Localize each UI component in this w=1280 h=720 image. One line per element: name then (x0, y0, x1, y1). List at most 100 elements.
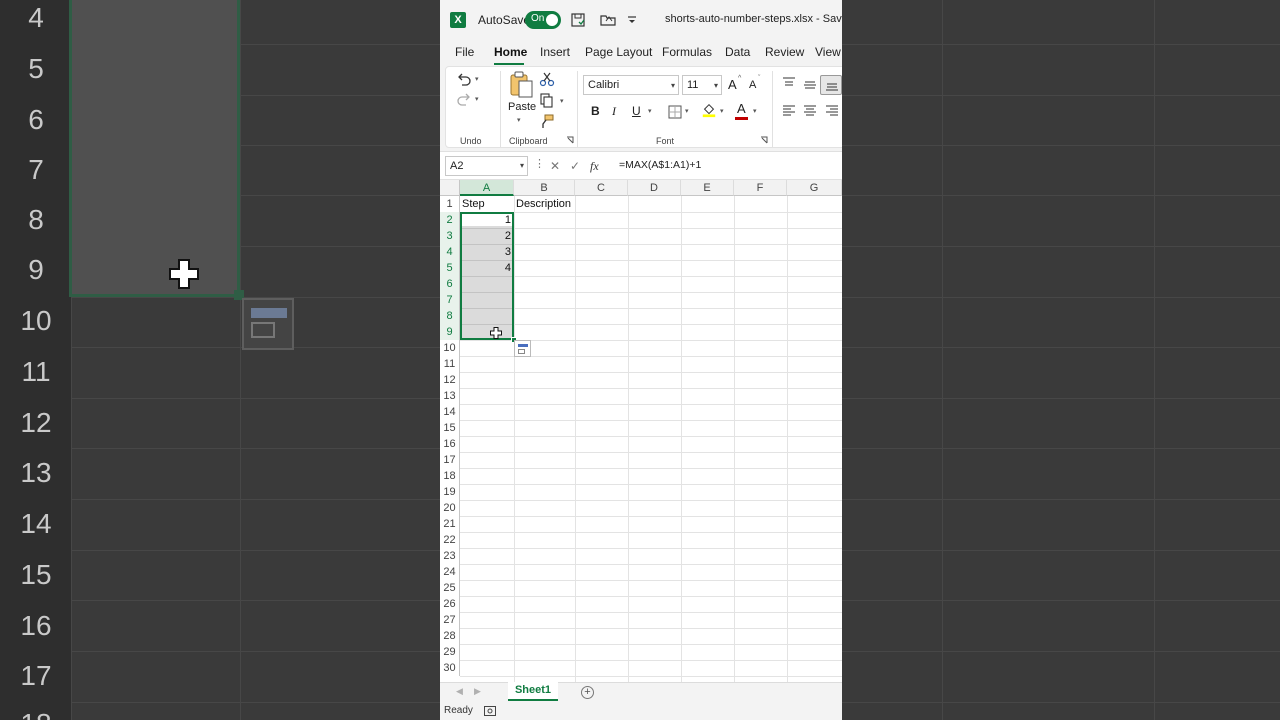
cell-a4[interactable]: 3 (460, 244, 514, 260)
row-header[interactable]: 5 (440, 260, 460, 276)
borders-dropdown-icon[interactable]: ▾ (685, 107, 689, 115)
redo-icon[interactable] (456, 91, 472, 107)
row-header[interactable]: 9 (440, 324, 460, 340)
underline-button[interactable]: U (632, 104, 641, 118)
align-bottom-button[interactable] (820, 75, 842, 95)
borders-icon[interactable] (667, 104, 683, 120)
tab-review[interactable]: Review (765, 45, 804, 59)
row-header[interactable]: 16 (440, 436, 460, 452)
row-header[interactable]: 23 (440, 548, 460, 564)
row-header[interactable]: 2 (440, 212, 460, 228)
cell-a5[interactable]: 4 (460, 260, 514, 276)
customize-toolbar-icon[interactable] (624, 12, 640, 28)
accessibility-icon[interactable] (484, 706, 496, 716)
row-header[interactable]: 7 (440, 292, 460, 308)
row-header[interactable]: 28 (440, 628, 460, 644)
fill-color-dropdown-icon[interactable]: ▾ (720, 107, 724, 115)
sheet-tab-sheet1[interactable]: Sheet1 (508, 682, 558, 701)
tab-file[interactable]: File (455, 45, 474, 59)
column-header-e[interactable]: E (681, 180, 734, 196)
font-size-select[interactable]: 11 ▾ (682, 75, 722, 95)
column-header-d[interactable]: D (628, 180, 681, 196)
row-header[interactable]: 30 (440, 660, 460, 676)
redo-dropdown-icon[interactable]: ▾ (475, 95, 479, 103)
row-header[interactable]: 19 (440, 484, 460, 500)
copy-icon[interactable] (539, 92, 555, 108)
column-header-f[interactable]: F (734, 180, 787, 196)
row-header[interactable]: 6 (440, 276, 460, 292)
align-top-icon[interactable] (781, 75, 797, 91)
row-header[interactable]: 11 (440, 356, 460, 372)
paste-icon[interactable] (508, 71, 534, 99)
formula-input[interactable]: =MAX(A$1:A1)+1 (619, 159, 701, 171)
fill-color-icon[interactable] (701, 102, 717, 118)
row-header[interactable]: 27 (440, 612, 460, 628)
row-header[interactable]: 3 (440, 228, 460, 244)
tab-formulas[interactable]: Formulas (662, 45, 712, 59)
cell-b1[interactable]: Description (516, 196, 575, 212)
row-header[interactable]: 22 (440, 532, 460, 548)
column-header-g[interactable]: G (787, 180, 842, 196)
column-header-b[interactable]: B (514, 180, 575, 196)
align-middle-icon[interactable] (802, 77, 818, 93)
save-icon[interactable] (570, 12, 586, 28)
undo-icon[interactable] (456, 71, 472, 87)
row-header[interactable]: 18 (440, 468, 460, 484)
row-header[interactable]: 25 (440, 580, 460, 596)
grow-font-icon[interactable]: A (728, 77, 737, 92)
previous-sheet-icon[interactable]: ◀ (456, 686, 463, 697)
row-header[interactable]: 21 (440, 516, 460, 532)
add-sheet-icon[interactable]: + (581, 686, 594, 699)
paste-dropdown-icon[interactable]: ▾ (517, 116, 521, 124)
font-name-select[interactable]: Calibri ▾ (583, 75, 679, 95)
row-header[interactable]: 17 (440, 452, 460, 468)
enter-icon[interactable]: ✓ (570, 159, 580, 173)
cancel-icon[interactable]: ✕ (550, 159, 560, 173)
next-sheet-icon[interactable]: ▶ (474, 686, 481, 697)
row-header[interactable]: 26 (440, 596, 460, 612)
select-all-corner[interactable] (440, 180, 460, 196)
align-center-icon[interactable] (802, 103, 818, 119)
format-painter-icon[interactable] (539, 113, 555, 129)
paste-label[interactable]: Paste (508, 101, 536, 113)
row-header[interactable]: 10 (440, 340, 460, 356)
font-color-icon[interactable]: A (737, 101, 746, 116)
tab-insert[interactable]: Insert (540, 45, 570, 59)
tab-home[interactable]: Home (494, 45, 527, 59)
underline-dropdown-icon[interactable]: ▾ (648, 107, 652, 115)
font-color-dropdown-icon[interactable]: ▾ (753, 107, 757, 115)
row-header[interactable]: 24 (440, 564, 460, 580)
undo-dropdown-icon[interactable]: ▾ (475, 75, 479, 83)
column-header-c[interactable]: C (575, 180, 628, 196)
autosave-toggle[interactable]: On (525, 11, 561, 29)
open-folder-icon[interactable] (600, 12, 616, 28)
dialog-launcher-icon[interactable] (566, 136, 574, 144)
more-options-icon[interactable]: ⋮ (534, 157, 545, 170)
row-header[interactable]: 14 (440, 404, 460, 420)
tab-data[interactable]: Data (725, 45, 750, 59)
cell-a2[interactable]: 1 (460, 212, 514, 228)
cut-icon[interactable] (539, 71, 555, 87)
column-header-a[interactable]: A (460, 180, 514, 196)
name-box[interactable]: A2 ▾ (445, 156, 528, 176)
row-header[interactable]: 8 (440, 308, 460, 324)
row-header[interactable]: 12 (440, 372, 460, 388)
cell-a1[interactable]: Step (462, 196, 514, 212)
row-header[interactable]: 20 (440, 500, 460, 516)
row-header[interactable]: 1 (440, 196, 460, 212)
shrink-font-icon[interactable]: A (749, 79, 756, 91)
align-left-icon[interactable] (781, 103, 797, 119)
copy-dropdown-icon[interactable]: ▾ (560, 97, 564, 105)
align-right-icon[interactable] (824, 103, 840, 119)
dialog-launcher-icon[interactable] (760, 136, 768, 144)
row-header[interactable]: 29 (440, 644, 460, 660)
quick-analysis-button[interactable] (514, 340, 531, 357)
row-header[interactable]: 15 (440, 420, 460, 436)
bold-button[interactable]: B (591, 104, 600, 118)
cell-a3[interactable]: 2 (460, 228, 514, 244)
tab-view[interactable]: View (815, 45, 841, 59)
insert-function-icon[interactable]: fx (590, 159, 599, 174)
italic-button[interactable]: I (612, 104, 616, 119)
row-header[interactable]: 4 (440, 244, 460, 260)
row-header[interactable]: 13 (440, 388, 460, 404)
